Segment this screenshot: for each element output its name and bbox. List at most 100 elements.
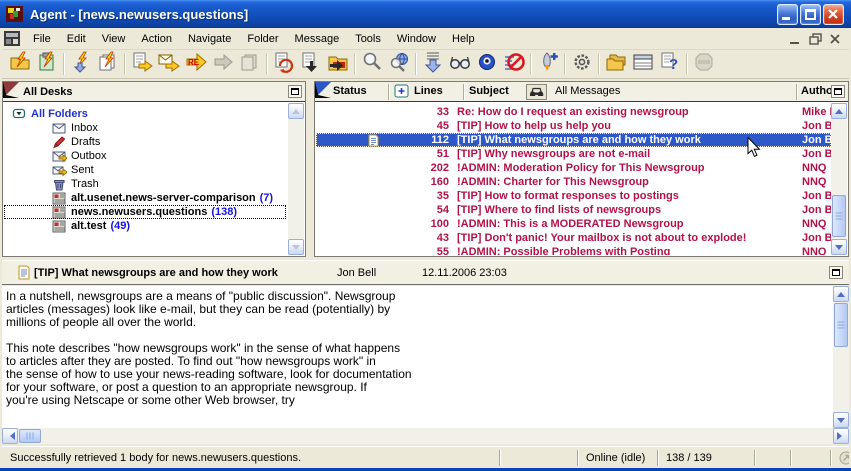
post-new-article-button[interactable] [128,51,155,77]
message-scrollbar[interactable] [833,286,849,428]
sent-icon [52,164,67,177]
column-divider[interactable] [388,84,389,100]
menu-tools[interactable]: Tools [347,30,389,48]
new-email-message-button[interactable] [155,51,182,77]
launch-url-button[interactable] [534,51,561,77]
mdi-minimize-button[interactable] [786,31,805,47]
configure-button[interactable] [568,51,595,77]
get-new-headers-group-button[interactable] [6,51,33,77]
panel-splitter[interactable] [306,81,314,257]
next-unread-message-button[interactable] [297,51,324,77]
get-marked-headers-button[interactable] [67,51,94,77]
scroll-up-button[interactable] [288,103,304,119]
folder-item-outbox[interactable]: Outbox [4,149,288,163]
catch-up-button[interactable] [419,51,446,77]
show-fields-button[interactable] [629,51,656,77]
list-panel-maximize-button[interactable] [831,85,845,98]
folder-item-news-newusers-questions[interactable]: news.newusers.questions(138) [4,205,286,219]
column-lines[interactable]: Lines [414,85,443,97]
column-divider[interactable] [796,84,797,100]
message-row[interactable]: 100!ADMIN: This is a MODERATED Newsgroup… [316,217,831,231]
message-subject: [TIP] Why newsgroups are not e-mail [457,147,829,161]
line-count: 100 [404,217,449,231]
mark-watched-button[interactable] [473,51,500,77]
folder-item-sent[interactable]: Sent [4,163,288,177]
filter-binoculars-icon[interactable] [526,84,547,103]
column-subject[interactable]: Subject [469,85,509,97]
menu-edit[interactable]: Edit [59,30,94,48]
thread-column-icon[interactable] [394,84,410,102]
menu-window[interactable]: Window [389,30,444,48]
window-title: Agent - [news.newusers.questions] [30,7,248,22]
message-row[interactable]: 45[TIP] How to help us help youJon B [316,119,831,133]
column-status[interactable]: Status [333,85,367,97]
scroll-down-button[interactable] [288,239,304,255]
folder-item-alt-usenet-news-server-comparison[interactable]: alt.usenet.news-server-comparison(7) [4,191,288,205]
message-subject: [TIP] How to format responses to posting… [457,189,829,203]
menu-help[interactable]: Help [444,30,483,48]
filter-label[interactable]: All Messages [555,85,620,97]
message-row[interactable]: 54[TIP] Where to find lists of newsgroup… [316,203,831,217]
maximize-button[interactable] [800,4,821,25]
column-divider[interactable] [463,84,464,100]
show-folders-button[interactable] [602,51,629,77]
horizontal-scrollbar[interactable] [2,428,849,444]
arrow-up-icon [837,292,845,297]
message-pane-maximize-button[interactable] [829,266,843,279]
scrollbar-thumb[interactable] [19,429,41,443]
scroll-up-button[interactable] [831,103,847,119]
folder-scrollbar[interactable] [288,103,304,255]
document-window-icon [4,31,21,47]
column-author[interactable]: Author [801,85,831,97]
scroll-down-button[interactable] [833,412,849,428]
message-row[interactable]: 160!ADMIN: Charter for This NewsgroupNNQ [316,175,831,189]
scroll-right-button[interactable] [833,428,849,444]
scroll-left-button[interactable] [2,428,18,444]
folder-item-all-folders[interactable]: All Folders [4,107,288,121]
get-new-headers-all-button[interactable] [33,51,60,77]
help-context-button[interactable]: ? [656,51,683,77]
news-icon [52,220,67,233]
mdi-restore-button[interactable] [806,31,825,47]
menu-file[interactable]: File [25,30,59,48]
message-row[interactable]: 35[TIP] How to format responses to posti… [316,189,831,203]
folder-item-trash[interactable]: Trash [4,177,288,191]
message-row[interactable]: 43[TIP] Don't panic! Your mailbox is not… [316,231,831,245]
scroll-up-button[interactable] [833,286,849,302]
menu-folder[interactable]: Folder [239,30,286,48]
next-folder-button[interactable] [324,51,351,77]
folder-panel-maximize-button[interactable] [288,85,302,98]
menu-action[interactable]: Action [133,30,180,48]
message-row[interactable]: 55!ADMIN: Possible Problems with Posting… [316,245,831,255]
collapse-icon[interactable] [12,108,27,121]
menu-navigate[interactable]: Navigate [180,30,239,48]
pages-gray-icon [239,51,261,78]
menu-message[interactable]: Message [287,30,348,48]
message-row[interactable]: 33Re: How do I request an existing newsg… [316,105,831,119]
ignore-thread-button[interactable] [500,51,527,77]
folder-item-alt-test[interactable]: alt.test(49) [4,219,288,233]
scrollbar-thumb[interactable] [832,195,846,237]
mouse-cursor [747,137,761,163]
list-scrollbar[interactable] [831,103,847,255]
message-subject: [TIP] How to help us help you [457,119,829,133]
close-button[interactable] [823,4,844,25]
get-marked-bodies-button[interactable] [94,51,121,77]
post-followup-button[interactable]: RE [182,51,209,77]
find-button[interactable] [358,51,385,77]
menu-items: FileEditViewActionNavigateFolderMessageT… [25,30,483,48]
message-row[interactable]: 202!ADMIN: Moderation Policy for This Ne… [316,161,831,175]
scroll-down-button[interactable] [831,239,847,255]
folder-item-drafts[interactable]: Drafts [4,135,288,149]
arrow-right-icon [837,432,846,440]
watch-thread-button[interactable] [446,51,473,77]
next-unread-thread-button[interactable] [270,51,297,77]
scrollbar-thumb[interactable] [834,303,848,347]
web-search-button[interactable] [385,51,412,77]
folder-item-inbox[interactable]: Inbox [4,121,288,135]
folder-label: Drafts [71,135,100,149]
message-author: Mike I [802,105,831,119]
menu-view[interactable]: View [94,30,134,48]
mdi-close-button[interactable] [826,31,845,47]
minimize-button[interactable] [777,4,798,25]
